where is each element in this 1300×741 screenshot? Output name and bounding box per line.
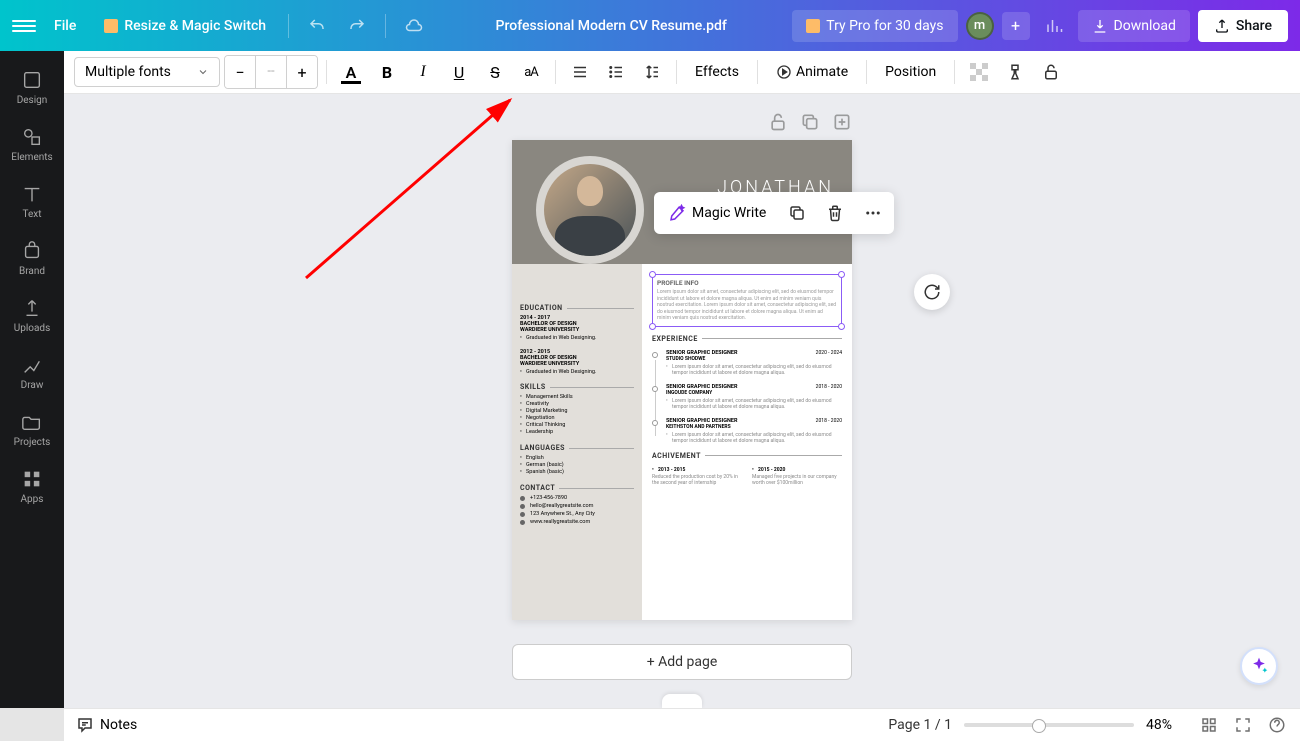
resize-button[interactable]: Resize & Magic Switch — [94, 12, 276, 40]
sidepanel-apps[interactable]: Apps — [0, 458, 64, 515]
sidepanel-projects[interactable]: Projects — [0, 401, 64, 458]
undo-button[interactable] — [301, 10, 333, 42]
increase-size-button[interactable]: + — [287, 56, 317, 88]
document-title[interactable]: Professional Modern CV Resume.pdf — [438, 18, 784, 34]
sidepanel-uploads[interactable]: Uploads — [0, 287, 64, 344]
skills-list[interactable]: Management SkillsCreativityDigital Marke… — [520, 394, 634, 435]
file-menu[interactable]: File — [44, 12, 86, 40]
sidepanel-elements[interactable]: Elements — [0, 116, 64, 173]
profile-info-selected[interactable]: PROFILE INFO Lorem ipsum dolor sit amet,… — [652, 274, 842, 327]
canvas-area[interactable]: JONATHANPATTERSON EDUCATION 2014 - 2017 … — [64, 94, 1300, 708]
cloud-sync-icon[interactable] — [398, 10, 430, 42]
skills-title[interactable]: SKILLS — [520, 383, 634, 391]
divider — [288, 14, 289, 38]
profile-photo-ring — [536, 156, 644, 264]
sidepanel-brand[interactable]: Brand — [0, 230, 64, 287]
zoom-value[interactable]: 48% — [1146, 717, 1186, 733]
crown-icon — [806, 19, 820, 33]
menu-button[interactable] — [12, 14, 36, 38]
zoom-slider[interactable] — [964, 723, 1134, 727]
alignment-button[interactable] — [564, 56, 596, 88]
redo-button[interactable] — [341, 10, 373, 42]
duplicate-button[interactable] — [782, 198, 812, 228]
duplicate-page-icon[interactable] — [800, 112, 820, 132]
contact-website[interactable]: www.reallygreatsite.com — [520, 519, 634, 525]
delete-button[interactable] — [820, 198, 850, 228]
underline-button[interactable]: U — [443, 56, 475, 88]
more-button[interactable] — [858, 198, 888, 228]
help-button[interactable] — [1266, 714, 1288, 736]
profile-photo[interactable] — [544, 164, 636, 256]
education-title[interactable]: EDUCATION — [520, 304, 634, 312]
sidepanel-text[interactable]: Text — [0, 173, 64, 230]
try-pro-button[interactable]: Try Pro for 30 days — [792, 10, 957, 42]
share-button[interactable]: Share — [1198, 10, 1288, 42]
user-avatar[interactable]: m — [966, 12, 994, 40]
italic-button[interactable]: I — [407, 56, 439, 88]
resize-handle[interactable] — [649, 271, 656, 278]
sidepanel-draw[interactable]: Draw — [0, 344, 64, 401]
magic-write-button[interactable]: Magic Write — [660, 200, 774, 226]
contact-address[interactable]: 123 Anywhere St., Any City — [520, 511, 634, 517]
grid-view-button[interactable] — [1198, 714, 1220, 736]
decrease-size-button[interactable]: − — [225, 56, 255, 88]
sidepanel-design[interactable]: Design — [0, 59, 64, 116]
download-button[interactable]: Download — [1078, 10, 1190, 42]
text-color-button[interactable]: A — [335, 56, 367, 88]
achievement-title[interactable]: ACHIVEMENT — [652, 452, 842, 460]
resume-left-column: EDUCATION 2014 - 2017 BACHELOR OF DESIGN… — [512, 264, 642, 620]
education-item[interactable]: 2012 - 2015 BACHELOR OF DESIGN WARDIERE … — [520, 349, 634, 375]
experience-title[interactable]: EXPERIENCE — [652, 335, 842, 343]
spacing-button[interactable] — [636, 56, 668, 88]
uppercase-button[interactable]: aA — [515, 56, 547, 88]
resize-handle[interactable] — [838, 323, 845, 330]
crown-icon — [104, 19, 118, 33]
education-item[interactable]: 2014 - 2017 BACHELOR OF DESIGN WARDIERE … — [520, 315, 634, 341]
resize-handle[interactable] — [838, 271, 845, 278]
bold-button[interactable]: B — [371, 56, 403, 88]
experience-item[interactable]: SENIOR GRAPHIC DESIGNER INGOUDE COMPANY … — [652, 384, 842, 410]
fullscreen-button[interactable] — [1232, 714, 1254, 736]
languages-list[interactable]: EnglishGerman (basic)Spanish (basic) — [520, 455, 634, 475]
resize-handle[interactable] — [649, 323, 656, 330]
lock-page-icon[interactable] — [768, 112, 788, 132]
page-actions — [512, 112, 852, 132]
assistant-fab[interactable] — [1240, 647, 1278, 685]
font-select[interactable]: Multiple fonts — [74, 57, 220, 87]
achievement-row[interactable]: 2013 - 2015Reduced the production cost b… — [652, 467, 842, 486]
resume-right-column: PROFILE INFO Lorem ipsum dolor sit amet,… — [642, 264, 852, 620]
page-indicator[interactable]: Page 1 / 1 — [888, 717, 952, 733]
notes-button[interactable]: Notes — [76, 716, 137, 734]
effects-button[interactable]: Effects — [685, 58, 749, 86]
regenerate-button[interactable] — [914, 274, 950, 310]
strikethrough-button[interactable]: S — [479, 56, 511, 88]
contact-title[interactable]: CONTACT — [520, 484, 634, 492]
experience-item[interactable]: SENIOR GRAPHIC DESIGNER STUDIO SHODWE 20… — [652, 350, 842, 376]
contact-email[interactable]: hello@reallygreatsite.com — [520, 503, 634, 509]
experience-item[interactable]: SENIOR GRAPHIC DESIGNER KEITHSTON AND PA… — [652, 418, 842, 444]
font-size-group: − -- + — [224, 55, 318, 89]
side-panel: Design Elements Text Brand Uploads Draw … — [0, 51, 64, 708]
list-button[interactable] — [600, 56, 632, 88]
animate-button[interactable]: Animate — [766, 58, 858, 86]
red-arrow-annotation — [296, 94, 526, 290]
position-button[interactable]: Position — [875, 58, 946, 86]
text-toolbar: Multiple fonts − -- + A B I U S aA Effec… — [64, 51, 1300, 94]
contact-phone[interactable]: +123-456-7890 — [520, 495, 634, 501]
add-page-button[interactable]: + Add page — [512, 644, 852, 680]
divider — [385, 14, 386, 38]
context-toolbar: Magic Write — [654, 192, 894, 234]
transparency-button[interactable] — [963, 56, 995, 88]
top-bar: File Resize & Magic Switch Professional … — [0, 0, 1300, 51]
insights-button[interactable] — [1038, 10, 1070, 42]
add-page-icon[interactable] — [832, 112, 852, 132]
add-member-button[interactable]: + — [1002, 12, 1030, 40]
languages-title[interactable]: LANGUAGES — [520, 444, 634, 452]
lock-button[interactable] — [1035, 56, 1067, 88]
copy-style-button[interactable] — [999, 56, 1031, 88]
bottom-bar: Notes Page 1 / 1 48% — [64, 708, 1300, 741]
page-bar-handle[interactable] — [662, 694, 702, 708]
font-size-value[interactable]: -- — [255, 56, 287, 88]
